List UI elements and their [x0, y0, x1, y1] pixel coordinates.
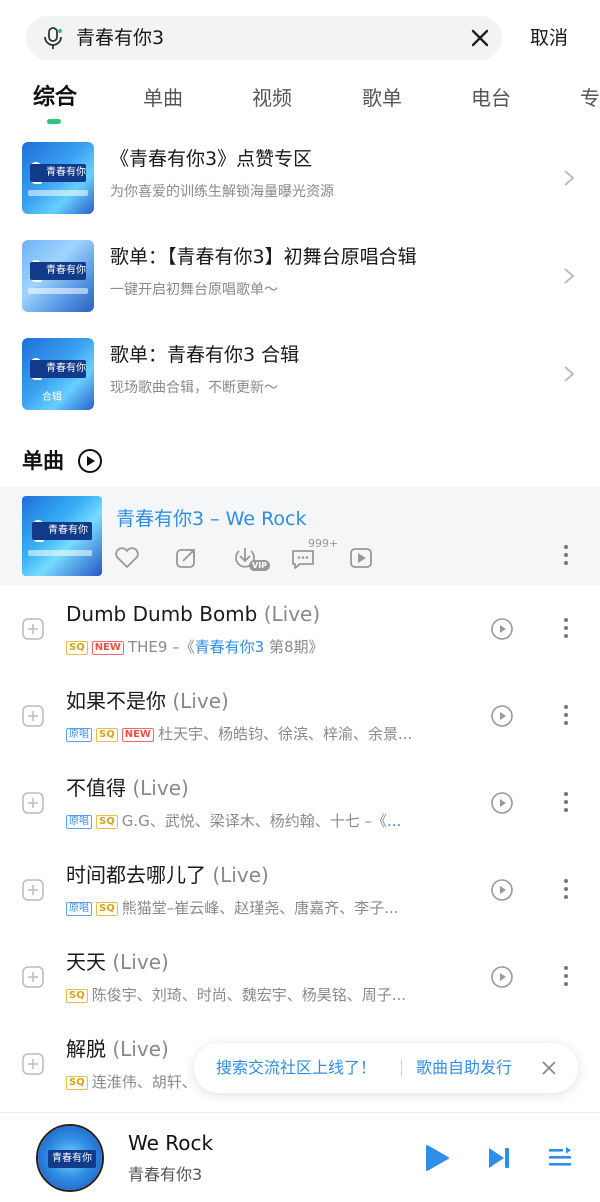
add-icon[interactable]	[22, 792, 44, 814]
search-header: 青春有你3 取消	[0, 0, 600, 76]
original-badge: 原唱	[66, 815, 92, 829]
original-badge: 原唱	[66, 728, 92, 742]
sq-badge: SQ	[96, 902, 118, 916]
tab-playlists[interactable]: 歌单	[362, 84, 402, 112]
song-row[interactable]: 时间都去哪儿了 (Live) 原唱 SQ 熊猫堂–崔云峰、赵瑾尧、唐嘉齐、李子...	[0, 846, 600, 933]
now-playing-artist: 青春有你3	[128, 1165, 203, 1184]
community-link[interactable]: 搜索交流社区上线了！	[216, 1056, 376, 1080]
featured-title[interactable]: 青春有你3 – We Rock	[116, 505, 307, 533]
tab-indicator	[47, 119, 61, 124]
search-query[interactable]: 青春有你3	[76, 26, 164, 50]
original-badge: 原唱	[66, 902, 92, 916]
promo-title: 《青春有你3》点赞专区	[110, 148, 313, 170]
song-title: 如果不是你 (Live)	[66, 689, 229, 713]
search-input[interactable]: 青春有你3	[26, 16, 502, 60]
play-all-icon[interactable]	[77, 448, 103, 474]
more-options-icon[interactable]	[558, 616, 574, 640]
song-title: Dumb Dumb Bomb (Live)	[66, 602, 321, 626]
sq-badge: SQ	[66, 989, 88, 1003]
result-tabs: 综合 单曲 视频 歌单 电台 专	[0, 80, 600, 128]
promo-subtitle: 一键开启初舞台原唱歌单～	[110, 282, 278, 298]
next-track-icon[interactable]	[486, 1145, 512, 1171]
section-title: 单曲	[22, 449, 64, 473]
cancel-button[interactable]: 取消	[530, 24, 568, 52]
song-meta: 原唱 SQ NEW 杜天宇、杨皓钧、徐滨、梓渝、余景...	[66, 723, 466, 745]
voice-search-icon[interactable]	[40, 25, 66, 51]
comment-count: 999+	[308, 537, 339, 550]
song-row[interactable]: 天天 (Live) SQ 陈俊宇、刘琦、时尚、魏宏宇、杨昊铭、周子...	[0, 933, 600, 1020]
new-badge: NEW	[121, 728, 154, 742]
add-icon[interactable]	[22, 966, 44, 988]
more-options-icon[interactable]	[558, 877, 574, 901]
play-icon[interactable]	[424, 1143, 450, 1173]
new-badge: NEW	[91, 641, 124, 655]
song-title: 天天 (Live)	[66, 950, 169, 974]
songs-section-header: 单曲	[22, 446, 103, 476]
now-playing-title: We Rock	[128, 1131, 214, 1155]
play-mv-icon[interactable]	[490, 704, 514, 728]
mini-player[interactable]: 青春有你 We Rock 青春有你3	[0, 1112, 600, 1202]
tab-radio[interactable]: 电台	[471, 84, 511, 112]
promo-item[interactable]: 青春有你 歌单：【青春有你3】初舞台原唱合辑 一键开启初舞台原唱歌单～	[0, 236, 600, 334]
add-icon[interactable]	[22, 879, 44, 901]
play-mv-icon[interactable]	[490, 791, 514, 815]
promo-item[interactable]: 青春有你 合辑 歌单：青春有你3 合辑 现场歌曲合辑，不断更新～	[0, 334, 600, 432]
song-row[interactable]: 如果不是你 (Live) 原唱 SQ NEW 杜天宇、杨皓钧、徐滨、梓渝、余景...	[0, 672, 600, 759]
tab-all[interactable]: 综合	[33, 84, 77, 112]
song-meta: SQ 陈俊宇、刘琦、时尚、魏宏宇、杨昊铭、周子...	[66, 984, 466, 1006]
play-mv-icon[interactable]	[490, 878, 514, 902]
tab-songs[interactable]: 单曲	[143, 84, 183, 112]
add-icon[interactable]	[22, 618, 44, 640]
tab-videos[interactable]: 视频	[252, 84, 292, 112]
chevron-right-icon	[564, 170, 575, 186]
like-icon[interactable]	[112, 543, 142, 573]
promo-title: 歌单：青春有你3 合辑	[110, 344, 300, 366]
toast-divider	[401, 1059, 402, 1077]
sq-badge: SQ	[96, 815, 118, 829]
featured-actions: VIP 999+	[112, 537, 412, 573]
promo-subtitle: 现场歌曲合辑，不断更新～	[110, 380, 278, 396]
close-icon[interactable]	[540, 1059, 558, 1077]
song-title: 时间都去哪儿了 (Live)	[66, 863, 269, 887]
more-options-icon[interactable]	[558, 964, 574, 988]
vip-badge: VIP	[249, 560, 271, 571]
promo-thumbnail: 青春有你 合辑	[22, 338, 94, 410]
song-meta: 原唱 SQ 熊猫堂–崔云峰、赵瑾尧、唐嘉齐、李子...	[66, 897, 466, 919]
promo-subtitle: 为你喜爱的训练生解锁海量曝光资源	[110, 184, 334, 200]
sq-badge: SQ	[66, 1076, 88, 1090]
promo-thumbnail: 青春有你	[22, 142, 94, 214]
album-disc[interactable]: 青春有你	[36, 1124, 104, 1192]
featured-cover: 青春有你	[22, 496, 102, 576]
more-options-icon[interactable]	[558, 790, 574, 814]
play-mv-icon[interactable]	[490, 617, 514, 641]
more-options-icon[interactable]	[558, 703, 574, 727]
song-row[interactable]: 不值得 (Live) 原唱 SQ G.G、武悦、梁译木、杨约翰、十七 –《...	[0, 759, 600, 846]
song-row[interactable]: Dumb Dumb Bomb (Live) SQ NEW THE9 –《青春有你3 …	[0, 585, 600, 672]
sq-badge: SQ	[96, 728, 118, 742]
play-mv-icon[interactable]	[490, 965, 514, 989]
promo-item[interactable]: 青春有你 《青春有你3》点赞专区 为你喜爱的训练生解锁海量曝光资源	[0, 138, 600, 236]
sq-badge: SQ	[66, 641, 88, 655]
playlist-icon[interactable]	[547, 1145, 573, 1171]
chevron-right-icon	[564, 268, 575, 284]
song-meta: SQ NEW THE9 –《青春有你3 第8期》	[66, 636, 466, 658]
add-icon[interactable]	[22, 705, 44, 727]
song-title: 不值得 (Live)	[66, 776, 189, 800]
community-toast: 搜索交流社区上线了！ 歌曲自助发行	[194, 1043, 578, 1093]
chevron-right-icon	[564, 366, 575, 382]
song-meta: 原唱 SQ G.G、武悦、梁译木、杨约翰、十七 –《...	[66, 810, 466, 832]
tab-albums[interactable]: 专	[580, 84, 600, 112]
featured-song[interactable]: 青春有你 青春有你3 – We Rock VIP 999+	[0, 487, 600, 585]
song-title: 解脱 (Live)	[66, 1037, 169, 1061]
share-icon[interactable]	[171, 543, 201, 573]
play-mv-icon[interactable]	[346, 543, 376, 573]
add-icon[interactable]	[22, 1053, 44, 1075]
self-publish-link[interactable]: 歌曲自助发行	[416, 1056, 512, 1080]
promo-thumbnail: 青春有你	[22, 240, 94, 312]
more-options-icon[interactable]	[558, 543, 574, 567]
promo-title: 歌单：【青春有你3】初舞台原唱合辑	[110, 246, 417, 268]
clear-icon[interactable]	[468, 26, 492, 50]
